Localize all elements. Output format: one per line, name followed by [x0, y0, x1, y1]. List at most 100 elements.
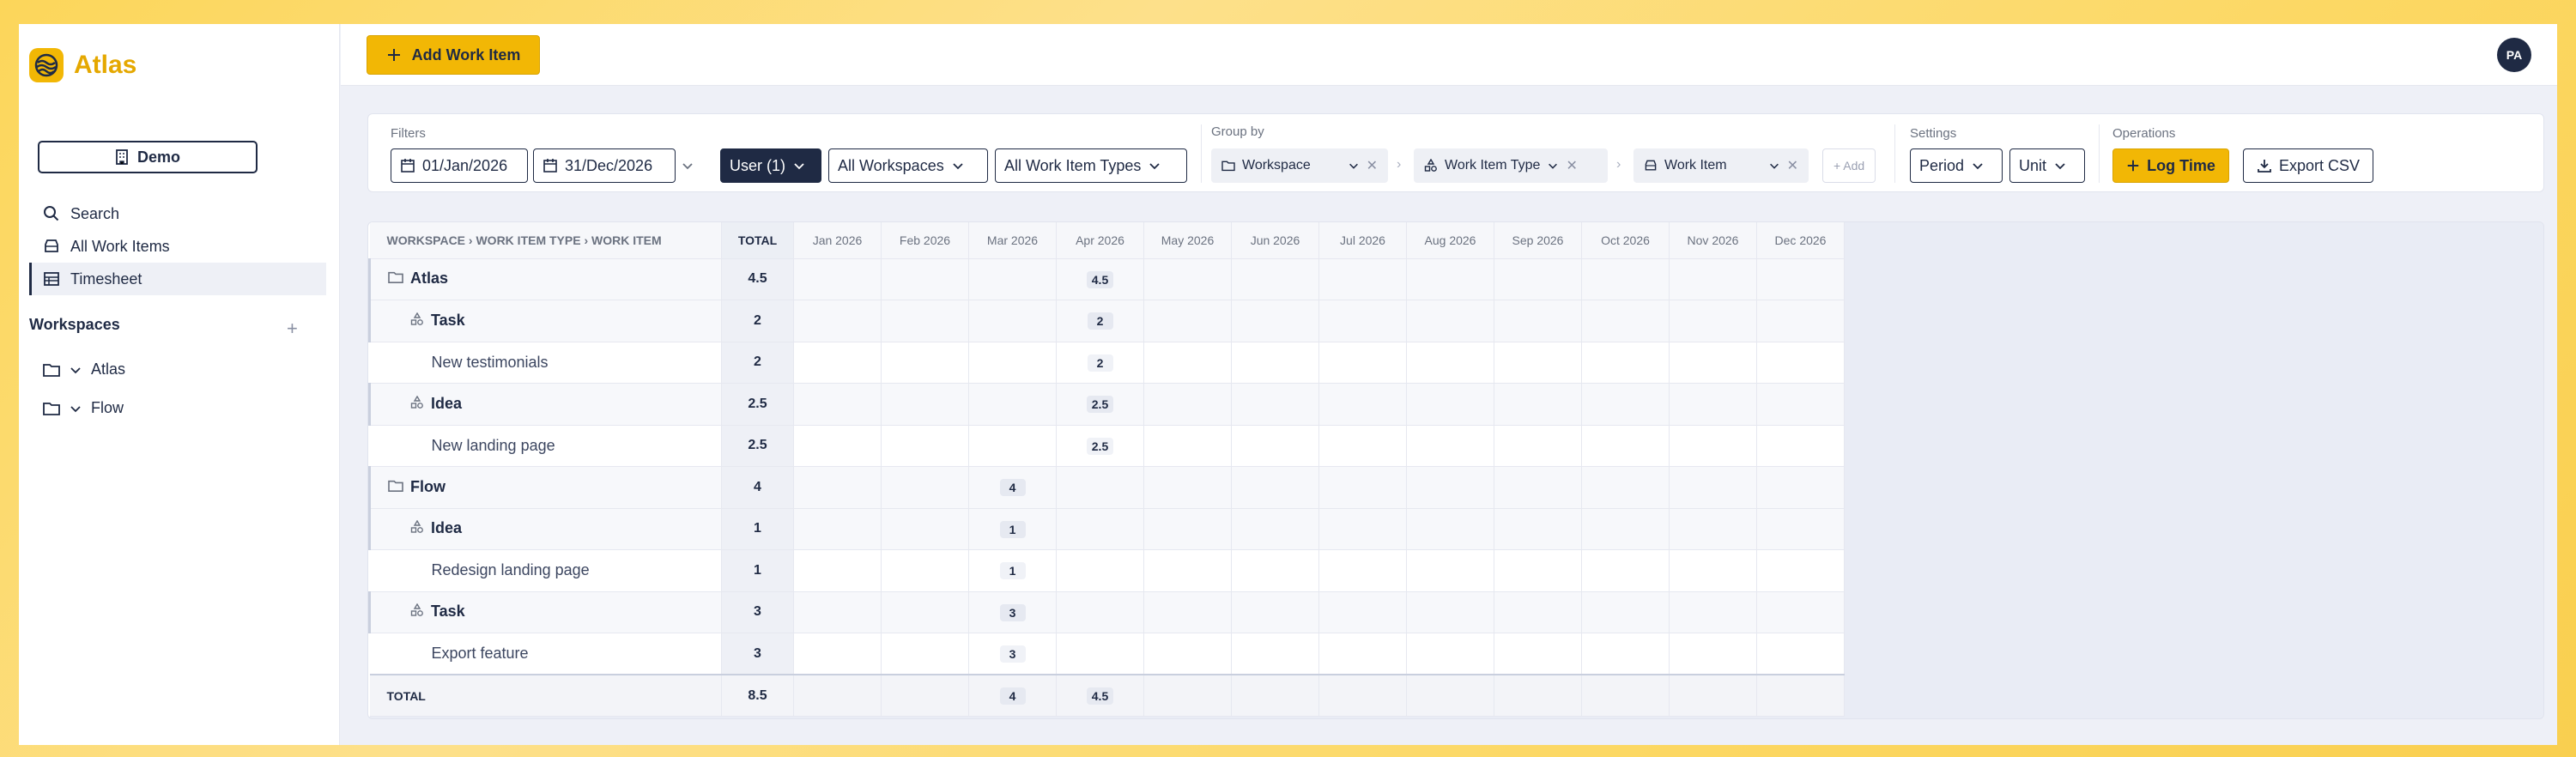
- month-cell[interactable]: [1056, 591, 1144, 633]
- month-cell[interactable]: [793, 466, 882, 509]
- month-cell[interactable]: [1143, 258, 1232, 300]
- month-cell[interactable]: [1581, 466, 1670, 509]
- month-cell[interactable]: [1406, 300, 1494, 342]
- month-cell[interactable]: [1231, 342, 1319, 384]
- date-presets-chevron-icon[interactable]: [681, 159, 694, 173]
- month-cell[interactable]: [1143, 466, 1232, 509]
- total-row[interactable]: TOTAL 8.5 4 4.5: [369, 674, 1845, 717]
- month-cell[interactable]: [881, 342, 969, 384]
- month-cell[interactable]: [1756, 466, 1845, 509]
- month-cell[interactable]: [1494, 591, 1582, 633]
- date-to-picker[interactable]: 31/Dec/2026: [533, 148, 676, 183]
- month-cell[interactable]: [1494, 300, 1582, 342]
- month-cell[interactable]: [1318, 300, 1407, 342]
- month-cell[interactable]: [1756, 508, 1845, 550]
- month-cell[interactable]: [1756, 300, 1845, 342]
- month-cell[interactable]: [1143, 342, 1232, 384]
- month-cell[interactable]: [1581, 674, 1670, 717]
- month-cell[interactable]: 4.5: [1056, 258, 1144, 300]
- period-dropdown[interactable]: Period: [1910, 148, 2003, 183]
- month-cell[interactable]: [1494, 383, 1582, 426]
- month-cell[interactable]: [793, 674, 882, 717]
- month-cell[interactable]: [1231, 300, 1319, 342]
- month-cell[interactable]: [1669, 674, 1757, 717]
- month-cell[interactable]: [1494, 258, 1582, 300]
- month-cell[interactable]: [1756, 549, 1845, 592]
- month-cell[interactable]: [968, 342, 1057, 384]
- chevron-down-icon[interactable]: [69, 402, 82, 415]
- month-cell[interactable]: [1231, 383, 1319, 426]
- month-cell[interactable]: [1669, 342, 1757, 384]
- column-header-name[interactable]: WORKSPACE › WORK ITEM TYPE › WORK ITEM: [369, 222, 722, 259]
- month-cell[interactable]: [1406, 383, 1494, 426]
- month-cell[interactable]: 2: [1056, 300, 1144, 342]
- remove-chip-icon[interactable]: ✕: [1566, 157, 1577, 174]
- nav-item-all-work-items[interactable]: All Work Items: [29, 230, 326, 263]
- month-cell[interactable]: [1494, 633, 1582, 675]
- date-from-picker[interactable]: 01/Jan/2026: [391, 148, 528, 183]
- month-cell[interactable]: [1318, 342, 1407, 384]
- month-cell[interactable]: [1756, 258, 1845, 300]
- month-cell[interactable]: [881, 633, 969, 675]
- month-cell[interactable]: [1143, 425, 1232, 467]
- table-row[interactable]: Idea 1 1: [368, 508, 1845, 550]
- month-cell[interactable]: [881, 383, 969, 426]
- table-row[interactable]: Export feature 3 3: [369, 633, 1845, 675]
- workspace-item-flow[interactable]: Flow: [43, 399, 124, 417]
- month-cell[interactable]: [1581, 383, 1670, 426]
- month-cell[interactable]: 2.5: [1056, 425, 1144, 467]
- month-cell[interactable]: [1231, 633, 1319, 675]
- month-cell[interactable]: [793, 258, 882, 300]
- month-cell[interactable]: [1406, 591, 1494, 633]
- month-cell[interactable]: [1231, 258, 1319, 300]
- month-cell[interactable]: [793, 425, 882, 467]
- month-cell[interactable]: [1494, 342, 1582, 384]
- month-cell[interactable]: [1231, 549, 1319, 592]
- month-cell[interactable]: [1406, 258, 1494, 300]
- month-cell[interactable]: [1318, 425, 1407, 467]
- month-cell[interactable]: [1581, 633, 1670, 675]
- unit-dropdown[interactable]: Unit: [2009, 148, 2085, 183]
- month-cell[interactable]: [1669, 591, 1757, 633]
- month-cell[interactable]: [1756, 383, 1845, 426]
- month-cell[interactable]: [1581, 300, 1670, 342]
- month-cell[interactable]: [793, 508, 882, 550]
- month-cell[interactable]: [1406, 549, 1494, 592]
- month-cell[interactable]: [1406, 342, 1494, 384]
- table-row[interactable]: Atlas 4.5 4.5: [368, 258, 1845, 300]
- month-cell[interactable]: [1318, 508, 1407, 550]
- month-cell[interactable]: [1494, 425, 1582, 467]
- month-cell[interactable]: [1143, 549, 1232, 592]
- table-row[interactable]: Task 3 3: [368, 591, 1845, 633]
- month-cell[interactable]: 4: [968, 466, 1057, 509]
- month-cell[interactable]: [1318, 674, 1407, 717]
- work-item-types-filter-dropdown[interactable]: All Work Item Types: [995, 148, 1187, 183]
- month-cell[interactable]: [1406, 674, 1494, 717]
- month-cell[interactable]: [1056, 466, 1144, 509]
- month-cell[interactable]: [1494, 674, 1582, 717]
- month-cell[interactable]: 1: [968, 508, 1057, 550]
- add-group-button[interactable]: + Add: [1822, 148, 1876, 183]
- month-cell[interactable]: [881, 466, 969, 509]
- month-cell[interactable]: [1231, 508, 1319, 550]
- month-cell[interactable]: [793, 383, 882, 426]
- user-filter-dropdown[interactable]: User (1): [720, 148, 821, 183]
- month-cell[interactable]: [1056, 549, 1144, 592]
- month-cell[interactable]: [881, 425, 969, 467]
- chevron-down-icon[interactable]: [1348, 160, 1360, 172]
- month-cell[interactable]: [881, 674, 969, 717]
- month-cell[interactable]: [1318, 383, 1407, 426]
- month-cell[interactable]: 1: [968, 549, 1057, 592]
- group-by-chip-work-item[interactable]: Work Item ✕: [1633, 148, 1809, 183]
- month-cell[interactable]: [1756, 591, 1845, 633]
- month-cell[interactable]: [1669, 425, 1757, 467]
- month-cell[interactable]: [1669, 549, 1757, 592]
- month-cell[interactable]: [1669, 633, 1757, 675]
- month-cell[interactable]: [1494, 466, 1582, 509]
- month-cell[interactable]: [1406, 633, 1494, 675]
- column-header-total[interactable]: TOTAL: [721, 222, 794, 259]
- table-row[interactable]: New landing page 2.5 2.5: [369, 425, 1845, 467]
- month-cell[interactable]: [1581, 549, 1670, 592]
- table-row[interactable]: Flow 4 4: [368, 466, 1845, 509]
- workspace-item-atlas[interactable]: Atlas: [43, 360, 125, 378]
